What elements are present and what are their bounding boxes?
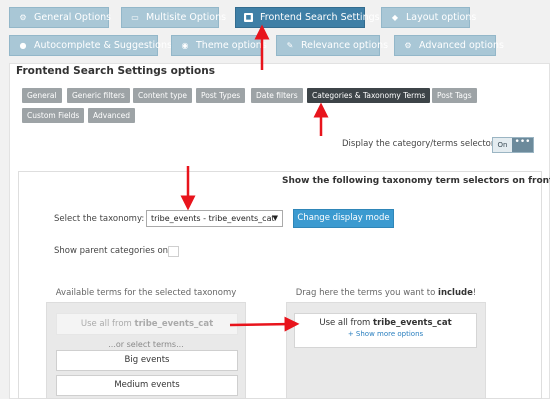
tab-relevance-options[interactable]: ✎ Relevance options (276, 35, 388, 56)
taxonomy-select-value: tribe_events - tribe_events_cat (151, 214, 275, 223)
parent-only-label: Show parent categories only (54, 246, 176, 256)
use-all-term-card[interactable]: Use all from tribe_events_cat + Show mor… (294, 313, 477, 348)
term-item[interactable]: Medium events (56, 375, 238, 396)
tab-label: Advanced options (419, 40, 504, 51)
taxonomy-box-title: Show the following taxonomy term selecto… (282, 176, 550, 186)
section-title: Frontend Search Settings options (16, 65, 215, 77)
tab-general-options[interactable]: ⚙ General Options (9, 7, 112, 28)
drag-heading-bold: include (438, 288, 473, 298)
toggle-knob: ••• (512, 138, 533, 152)
chevron-down-icon: ▼ (272, 214, 278, 222)
use-all-taxonomy: tribe_events_cat (134, 319, 214, 329)
tab-layout-options[interactable]: ◆ Layout options (381, 7, 476, 28)
eye-icon: ◉ (181, 41, 189, 50)
use-all-prefix: Use all from (80, 319, 135, 329)
tab-label: Frontend Search Settings (260, 12, 380, 23)
subtab-post-tags[interactable]: Post Tags (432, 88, 477, 103)
subtab-date-filters[interactable]: Date filters (251, 88, 303, 103)
subtab-content-type[interactable]: Content type (133, 88, 192, 103)
drag-terms-heading: Drag here the terms you want to include! (286, 288, 486, 298)
taxonomy-select[interactable]: tribe_events - tribe_events_cat ▼ (146, 210, 283, 227)
tab-label: Layout options (406, 12, 477, 23)
use-all-prefix: Use all from (319, 318, 374, 328)
window-icon: ■ (244, 13, 253, 22)
tab-label: Multisite Options (146, 12, 227, 23)
available-terms-heading: Available terms for the selected taxonom… (55, 288, 237, 298)
subtab-categories-taxonomy-terms[interactable]: Categories & Taxonomy Terms (307, 88, 431, 103)
taxonomy-select-label: Select the taxonomy: (54, 214, 145, 224)
diamond-icon: ◆ (391, 13, 399, 22)
bulb-icon: ● (19, 41, 27, 50)
subtab-post-types[interactable]: Post Types (196, 88, 246, 103)
display-selectors-label: Display the category/terms selectors? (342, 139, 504, 149)
tab-label: Autocomplete & Suggestions (34, 40, 172, 51)
wrench-icon: ✎ (286, 41, 294, 50)
subtab-custom-fields[interactable]: Custom Fields (22, 108, 85, 123)
drag-heading-suffix: ! (472, 288, 477, 298)
toggle-on-label: On (493, 138, 512, 152)
gear-icon: ⚙ (19, 13, 27, 22)
subtab-advanced[interactable]: Advanced (88, 108, 136, 123)
tab-theme-options[interactable]: ◉ Theme options (171, 35, 267, 56)
subtab-general[interactable]: General (22, 88, 62, 103)
use-all-placeholder: Use all from tribe_events_cat (56, 313, 238, 335)
tab-multisite-options[interactable]: ▭ Multisite Options (121, 7, 226, 28)
tab-advanced-options[interactable]: ⚙ Advanced options (394, 35, 504, 56)
or-select-terms-text: ...or select terms... (108, 340, 184, 349)
use-all-taxonomy: tribe_events_cat (373, 318, 452, 328)
change-display-mode-button[interactable]: Change display mode (293, 209, 394, 228)
show-more-options-link[interactable]: + Show more options (295, 330, 476, 338)
tab-label: Relevance options (301, 40, 389, 51)
tab-frontend-search-settings[interactable]: ■ Frontend Search Settings (235, 7, 380, 28)
use-all-card-label: Use all from tribe_events_cat (295, 318, 476, 328)
document-icon: ▭ (131, 13, 139, 22)
tab-autocomplete-suggestions[interactable]: ● Autocomplete & Suggestions (9, 35, 172, 56)
tab-label: General Options (34, 12, 112, 23)
drag-heading-prefix: Drag here the terms you want to (295, 288, 439, 298)
parent-only-checkbox[interactable] (168, 246, 179, 257)
term-item[interactable]: Big events (56, 350, 238, 371)
settings-icon: ⚙ (404, 41, 412, 50)
display-selectors-toggle[interactable]: On ••• (492, 137, 534, 153)
subtab-generic-filters[interactable]: Generic filters (67, 88, 130, 103)
tab-label: Theme options (196, 40, 267, 51)
